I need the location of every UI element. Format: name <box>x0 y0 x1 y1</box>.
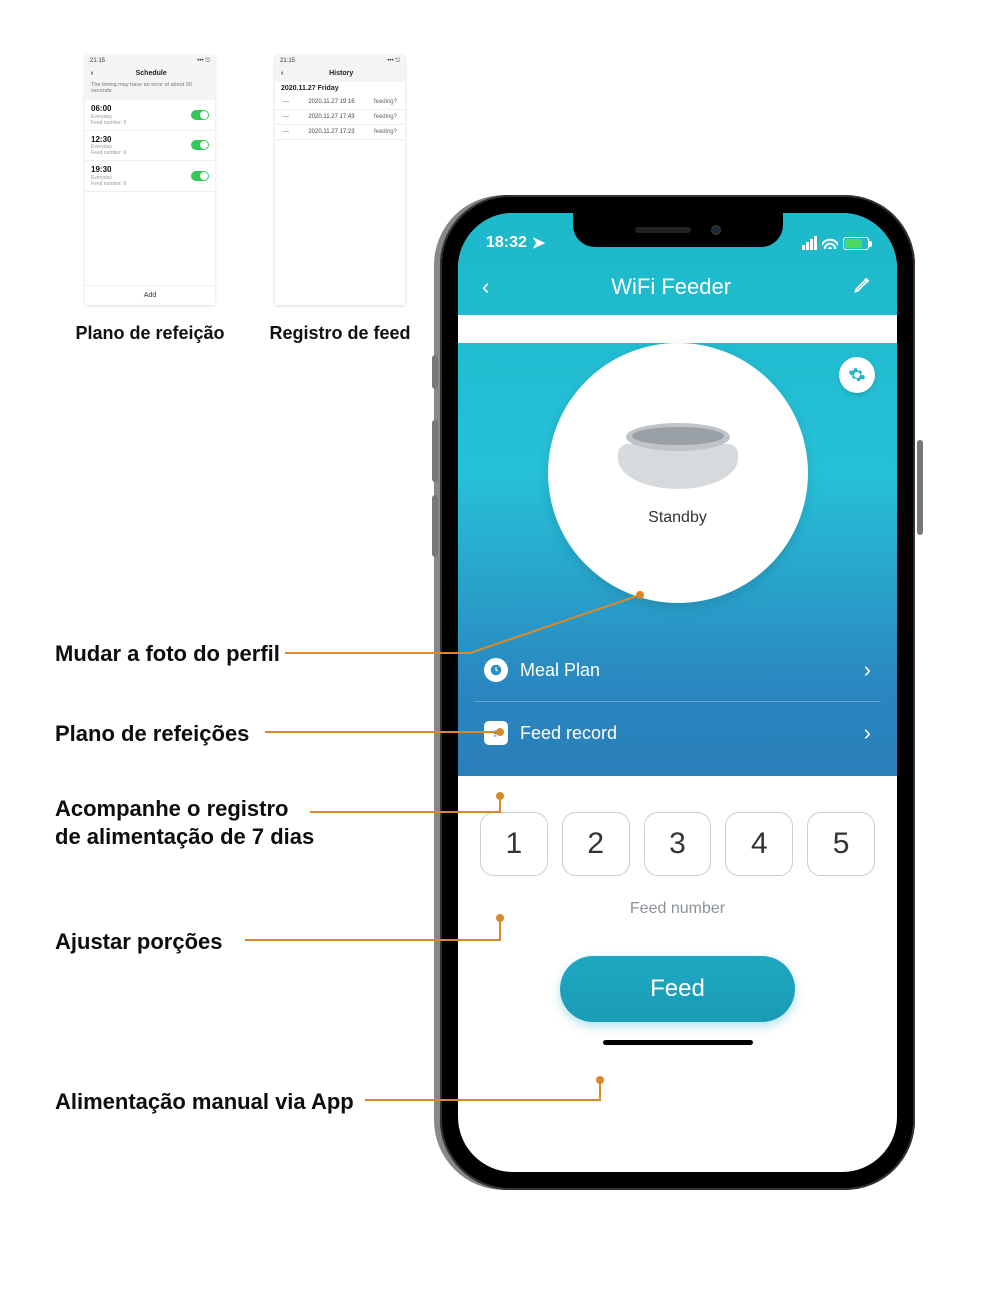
portion-button-1[interactable]: 1 <box>480 812 548 876</box>
history-bullet: — <box>283 114 289 120</box>
list-icon <box>484 721 508 745</box>
settings-button[interactable] <box>839 357 875 393</box>
add-button[interactable]: Add <box>85 285 215 305</box>
history-screen: 21:15 ••• ⎋ ‹ History 2020.11.27 Friday … <box>275 55 405 305</box>
camera-icon <box>711 225 721 235</box>
history-ts: 2020.11.27 19:16 <box>308 99 354 105</box>
meal-plan-label: Meal Plan <box>520 660 600 681</box>
status-time: 18:32 <box>486 234 527 252</box>
hero-area: Standby Meal Plan › Feed record › <box>458 343 897 776</box>
device-status: Standby <box>648 509 707 527</box>
toggle-icon[interactable] <box>191 140 209 150</box>
power-button <box>917 440 923 535</box>
schedule-sub2: Feed number: 6 <box>91 150 126 156</box>
schedule-sub2: Feed number: 6 <box>91 120 126 126</box>
schedule-row[interactable]: 12:30 Everyday Feed number: 6 <box>85 131 215 162</box>
thumb-header: ‹ Schedule <box>85 68 215 79</box>
toggle-icon[interactable] <box>191 110 209 120</box>
history-status: feeding? <box>374 99 397 105</box>
back-icon[interactable]: ‹ <box>482 274 489 300</box>
chevron-right-icon: › <box>864 657 871 683</box>
bowl-icon <box>608 419 748 489</box>
location-icon: ➤ <box>532 233 545 253</box>
thumb-title: Schedule <box>93 70 209 77</box>
home-indicator[interactable] <box>603 1040 753 1045</box>
schedule-time: 19:30 <box>91 165 126 175</box>
notch <box>573 213 783 247</box>
callout-portions: Ajustar porções <box>55 928 223 956</box>
page-title: WiFi Feeder <box>611 274 731 300</box>
thumb-status-icons: ••• ⎋ <box>197 58 210 65</box>
history-status: feeding? <box>374 114 397 120</box>
profile-photo-button[interactable]: Standby <box>548 343 808 603</box>
history-row: — 2020.11.27 17:23 feeding? <box>275 125 405 140</box>
callout-meal-plan: Plano de refeições <box>55 720 249 748</box>
portion-button-2[interactable]: 2 <box>562 812 630 876</box>
app-header: ‹ WiFi Feeder <box>458 259 897 315</box>
chevron-right-icon: › <box>864 720 871 746</box>
portion-row: 1 2 3 4 5 <box>480 812 875 876</box>
portion-button-4[interactable]: 4 <box>725 812 793 876</box>
history-bullet: — <box>283 99 289 105</box>
schedule-sub2: Feed number: 6 <box>91 181 126 187</box>
feed-button[interactable]: Feed <box>560 956 795 1022</box>
schedule-row[interactable]: 06:00 Everyday Feed number: 6 <box>85 100 215 131</box>
thumb-statusbar: 21:15 ••• ⎋ <box>275 55 405 68</box>
history-status: feeding? <box>374 129 397 135</box>
history-row: — 2020.11.27 19:16 feeding? <box>275 95 405 110</box>
thumb-status-time: 21:15 <box>280 58 295 65</box>
wifi-icon <box>822 237 838 249</box>
toggle-icon[interactable] <box>191 171 209 181</box>
thumb-header: ‹ History <box>275 68 405 79</box>
portion-button-3[interactable]: 3 <box>644 812 712 876</box>
edit-icon[interactable] <box>853 274 873 300</box>
thumb-statusbar: 21:15 ••• ⎋ <box>85 55 215 68</box>
callout-manual-feed: Alimentação manual via App <box>55 1088 354 1116</box>
thumbnails-row: 21:15 ••• ⎋ ‹ Schedule The timing may ha… <box>85 55 405 344</box>
mute-switch <box>432 355 438 389</box>
speaker-icon <box>635 227 691 233</box>
phone-screen: 18:32 ➤ ‹ WiFi Feeder <box>458 213 897 1172</box>
feed-number-label: Feed number <box>480 900 875 918</box>
history-thumbnail: 21:15 ••• ⎋ ‹ History 2020.11.27 Friday … <box>275 55 405 344</box>
portion-button-5[interactable]: 5 <box>807 812 875 876</box>
volume-up <box>432 420 438 482</box>
volume-down <box>432 495 438 557</box>
thumb-status-time: 21:15 <box>90 58 105 65</box>
schedule-thumbnail: 21:15 ••• ⎋ ‹ Schedule The timing may ha… <box>85 55 215 344</box>
bottom-panel: 1 2 3 4 5 Feed number Feed <box>458 776 897 1073</box>
schedule-list: 06:00 Everyday Feed number: 6 12:30 Ever… <box>85 100 215 285</box>
schedule-note: The timing may have an error of about 30… <box>85 79 215 97</box>
history-caption: Registro de feed <box>269 323 410 344</box>
history-list: 2020.11.27 Friday — 2020.11.27 19:16 fee… <box>275 82 405 305</box>
history-date: 2020.11.27 Friday <box>275 82 405 95</box>
history-row: — 2020.11.27 17:43 feeding? <box>275 110 405 125</box>
phone-mockup: 18:32 ➤ ‹ WiFi Feeder <box>440 195 915 1190</box>
schedule-time: 06:00 <box>91 104 126 114</box>
callout-feed-record: Acompanhe o registro de alimentação de 7… <box>55 795 315 850</box>
schedule-screen: 21:15 ••• ⎋ ‹ Schedule The timing may ha… <box>85 55 215 305</box>
history-ts: 2020.11.27 17:23 <box>308 129 354 135</box>
thumb-status-icons: ••• ⎋ <box>387 58 400 65</box>
thumb-title: History <box>283 70 399 77</box>
schedule-row[interactable]: 19:30 Everyday Feed number: 6 <box>85 161 215 192</box>
clock-icon <box>484 658 508 682</box>
schedule-time: 12:30 <box>91 135 126 145</box>
feed-record-label: Feed record <box>520 723 617 744</box>
callout-profile: Mudar a foto do perfil <box>55 640 280 668</box>
history-bullet: — <box>283 129 289 135</box>
schedule-caption: Plano de refeição <box>75 323 224 344</box>
battery-icon <box>843 237 869 250</box>
menu-list: Meal Plan › Feed record › <box>474 639 881 752</box>
meal-plan-item[interactable]: Meal Plan › <box>474 639 881 702</box>
history-ts: 2020.11.27 17:43 <box>308 114 354 120</box>
feed-record-item[interactable]: Feed record › <box>474 702 881 752</box>
cellular-icon <box>802 236 817 250</box>
gear-icon <box>848 366 866 384</box>
